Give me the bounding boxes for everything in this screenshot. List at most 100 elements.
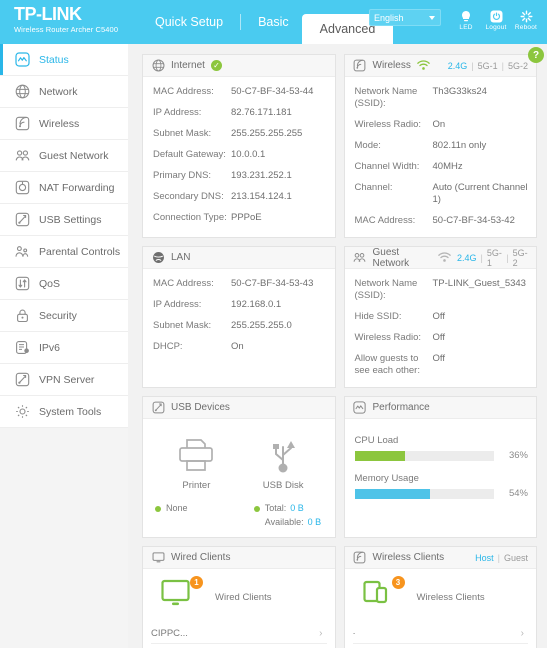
guest-network-card-body: Network Name (SSID): TP-LINK_Guest_5343 …	[345, 269, 537, 387]
chevron-right-icon: ›	[520, 627, 524, 639]
internet-card-title: Internet	[171, 60, 205, 71]
memory-usage-label: Memory Usage	[354, 473, 419, 484]
row-value: On	[231, 341, 244, 352]
wired-client-row[interactable]: CIPPC... ›	[151, 623, 327, 644]
sidebar-item-nat-forwarding[interactable]: NAT Forwarding	[0, 172, 128, 204]
sidebar-item-label: Parental Controls	[39, 245, 121, 258]
sidebar-item-system-tools[interactable]: System Tools	[0, 396, 128, 428]
sidebar-item-ipv6[interactable]: IPv6	[0, 332, 128, 364]
wireless-clients-card-body: 3 Wireless Clients · › android-c8f2c7fc1…	[345, 569, 537, 648]
usb-devices-card-body: Printer USB Disk None Total: 0 B Availab…	[143, 419, 335, 537]
wireless-card: Wireless 2.4G | 5G-1 | 5G-2 Network Name…	[343, 54, 537, 238]
sidebar-item-network[interactable]: Network	[0, 76, 128, 108]
row-value: 50-C7-BF-34-53-43	[231, 278, 314, 289]
monitor-icon	[151, 551, 165, 565]
row-key: Subnet Mask:	[153, 128, 212, 139]
memory-usage-metric: Memory Usage 54%	[354, 473, 528, 499]
memory-usage-bar	[354, 488, 494, 499]
sidebar-item-label: VPN Server	[39, 373, 95, 386]
reboot-label: Reboot	[514, 24, 538, 31]
cpu-load-percent: 36%	[508, 450, 528, 461]
usb-disk-available-label: Available:	[264, 517, 304, 527]
filter-host[interactable]: Host	[475, 553, 494, 563]
sidebar-item-label: Wireless	[39, 117, 80, 130]
wired-clients-card-title: Wired Clients	[171, 552, 231, 563]
nav-tab-quick-setup[interactable]: Quick Setup	[142, 0, 236, 44]
band-tab-24g[interactable]: 2.4G	[448, 61, 468, 71]
band-divider: |	[506, 252, 509, 263]
cpu-load-bar	[354, 450, 494, 461]
usb-disk-device: USB Disk	[240, 432, 327, 491]
logout-label: Logout	[485, 24, 507, 31]
guest-band-tab-5g2[interactable]: 5G-2	[513, 248, 528, 268]
header-controls: English LED Logout Reboot	[369, 9, 541, 31]
filter-guest[interactable]: Guest	[504, 553, 528, 563]
sidebar-item-label: NAT Forwarding	[39, 181, 115, 194]
row-key: Network Name (SSID):	[354, 86, 418, 109]
band-tab-5g1[interactable]: 5G-1	[478, 61, 498, 71]
band-tab-5g2[interactable]: 5G-2	[508, 61, 528, 71]
sidebar-item-usb-settings[interactable]: USB Settings	[0, 204, 128, 236]
main-nav-tabs: Quick Setup Basic Advanced	[142, 0, 394, 44]
guest-band-tab-24g[interactable]: 2.4G	[457, 253, 477, 263]
language-value: English	[374, 12, 404, 23]
performance-icon	[353, 401, 367, 415]
nav-tab-basic[interactable]: Basic	[245, 0, 302, 44]
row-key: Connection Type:	[153, 212, 227, 223]
led-button[interactable]: LED	[451, 9, 481, 31]
wireless-clients-count: 3	[391, 576, 405, 589]
sidebar-item-label: Security	[39, 309, 77, 322]
qos-icon	[14, 276, 30, 292]
internet-row-subnet: Subnet Mask: 255.255.255.255	[153, 128, 327, 140]
row-key: Subnet Mask:	[153, 320, 212, 331]
sidebar-item-vpn-server[interactable]: VPN Server	[0, 364, 128, 396]
wireless-client-row[interactable]: android-c8f2c7fc17dffd9a ›	[353, 644, 529, 648]
logout-button[interactable]: Logout	[481, 9, 511, 31]
sidebar-item-guest-network[interactable]: Guest Network	[0, 140, 128, 172]
memory-usage-percent: 54%	[508, 488, 528, 499]
usb-disk-name: USB Disk	[262, 480, 304, 491]
sidebar-item-parental-controls[interactable]: Parental Controls	[0, 236, 128, 268]
band-divider: |	[480, 252, 483, 263]
row-key: DHCP:	[153, 341, 183, 352]
row-value: 40MHz	[432, 161, 463, 172]
wireless-row-channel: Channel: Auto (Current Channel 1)	[355, 182, 529, 206]
usb-disk-total: Total: 0 B	[240, 503, 327, 513]
parental-controls-icon	[14, 244, 30, 260]
internet-card-body: MAC Address: 50-C7-BF-34-53-44 IP Addres…	[143, 77, 335, 234]
sidebar-item-label: QoS	[39, 277, 61, 290]
guest-band-tab-5g1[interactable]: 5G-1	[487, 248, 502, 268]
status-dot	[155, 506, 161, 512]
help-button[interactable]: ?	[528, 47, 544, 63]
printer-status: None	[153, 503, 240, 513]
reboot-icon	[520, 9, 533, 23]
row-key: Channel Width:	[354, 161, 420, 172]
sidebar-item-qos[interactable]: QoS	[0, 268, 128, 300]
row-value: 50-C7-BF-34-53-42	[432, 215, 515, 226]
wireless-clients-card-header: Wireless Clients Host | Guest	[344, 547, 536, 569]
row-value: Off	[432, 311, 446, 322]
usb-devices-row: Printer USB Disk	[153, 428, 327, 491]
sidebar-item-wireless[interactable]: Wireless	[0, 108, 128, 140]
sidebar-item-security[interactable]: Security	[0, 300, 128, 332]
internet-row-ip: IP Address: 82.76.171.181	[153, 107, 327, 119]
wireless-client-row[interactable]: · ›	[352, 623, 528, 644]
reboot-button[interactable]: Reboot	[511, 9, 541, 31]
usb-devices-card-title: USB Devices	[171, 402, 230, 413]
globe-icon	[14, 84, 30, 100]
sidebar-item-status[interactable]: Status	[0, 44, 128, 76]
page-body: Status Network Wireless Guest Network NA	[0, 44, 547, 648]
printer-status-text: None	[166, 503, 188, 513]
wired-clients-card-header: Wired Clients	[143, 547, 335, 569]
guest-band-tabs: 2.4G | 5G-1 | 5G-2	[457, 248, 528, 268]
performance-card-title: Performance	[372, 402, 430, 413]
sidebar-item-label: Status	[39, 53, 69, 66]
language-select[interactable]: English	[369, 9, 441, 26]
dashboard-grid: Internet ✓ MAC Address: 50-C7-BF-34-53-4…	[128, 44, 547, 648]
wired-client-name: CIPPC...	[151, 627, 188, 639]
wireless-card-title: Wireless	[372, 60, 411, 71]
nat-forwarding-icon	[14, 180, 30, 196]
internet-row-gateway: Default Gateway: 10.0.0.1	[153, 149, 327, 161]
guest-network-card-title: Guest Network	[372, 246, 410, 269]
row-key: MAC Address:	[354, 215, 416, 226]
